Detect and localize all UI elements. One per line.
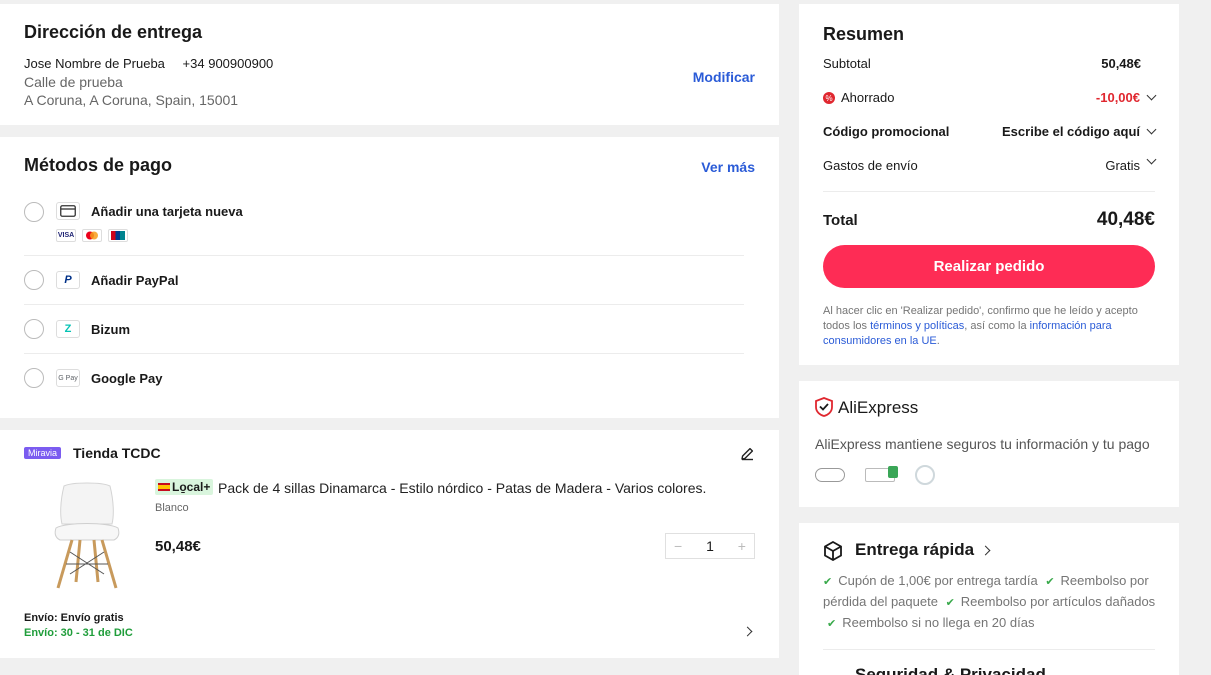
edit-icon[interactable] [740,446,755,466]
promo-code-field[interactable]: Escribe el código aquí [1002,124,1157,139]
card-icon [56,202,80,220]
radio-card[interactable] [24,202,44,222]
payment-method-googlepay[interactable]: G Pay Google Pay [24,365,744,391]
saved-row-toggle[interactable]: -10,00€ [1095,90,1157,105]
decrease-quantity-button[interactable]: − [674,538,682,554]
divider [823,649,1155,650]
address-card: Dirección de entrega Jose Nombre de Prue… [0,4,779,125]
address-title: Dirección de entrega [24,22,203,42]
trust-text: AliExpress mantiene seguros tu informaci… [815,436,1150,452]
payment-method-label: Bizum [91,322,130,337]
summary-title: Resumen [823,24,905,44]
check-icon: ✔ [1045,576,1055,588]
payment-method-label: Añadir PayPal [91,273,179,288]
shield-icon [815,397,833,422]
fast-delivery-card: Entrega rápida ✔ Cupón de 1,00€ por entre… [799,523,1179,675]
product-title[interactable]: Pack de 4 sillas Dinamarca - Estilo nórd… [218,480,706,496]
saved-icon: % [823,92,835,104]
google-pay-icon: G Pay [56,369,80,387]
address-street: Calle de prueba [24,74,123,90]
chevron-down-icon [1146,154,1157,165]
radio-bizum[interactable] [24,319,44,339]
shipping-cost-label: Gastos de envío [823,158,918,173]
chevron-down-icon [1146,90,1157,101]
pci-badge-icon [815,468,845,482]
verified-seal-icon [915,465,935,485]
visa-icon: VISA [56,229,76,242]
terms-link[interactable]: términos y políticas [870,320,964,332]
payment-method-label: Añadir una tarjeta nueva [91,204,243,219]
divider [24,255,744,256]
payment-method-bizum[interactable]: Z Bizum [24,316,744,342]
promo-label: Código promocional [823,124,950,139]
divider [24,353,744,354]
paypal-icon: P [56,271,80,289]
address-city: A Coruna, A Coruna, Spain, 15001 [24,92,239,108]
payment-method-card[interactable]: Añadir una tarjeta nueva VISA [24,199,744,255]
product-price: 50,48€ [155,538,201,555]
divider [823,191,1155,192]
unionpay-icon [108,229,128,242]
chevron-right-icon[interactable] [742,622,753,640]
shipping-method: Envío: Envío gratis [24,612,124,624]
bizum-icon: Z [56,320,80,338]
delivery-date: Envío: 30 - 31 de DIC [24,627,133,639]
place-order-button[interactable]: Realizar pedido [823,245,1155,288]
chevron-down-icon [1146,124,1157,135]
quantity-value[interactable]: 1 [706,538,714,554]
fast-delivery-benefits: ✔ Cupón de 1,00€ por entrega tardía ✔ Reem… [823,573,1156,630]
product-variant: Blanco [155,502,189,514]
shipping-cost-value: Gratis [1105,158,1140,173]
trust-brand: AliExpress [838,398,919,417]
quantity-stepper: − 1 + [665,533,755,559]
trust-card: AliExpress AliExpress mantiene seguros t… [799,381,1179,507]
security-privacy-title[interactable]: Seguridad & Privacidad [855,665,1046,675]
box-icon [823,540,843,566]
fast-delivery-title[interactable]: Entrega rápida [855,540,991,560]
radio-googlepay[interactable] [24,368,44,388]
product-image[interactable] [42,482,132,594]
payment-method-paypal[interactable]: P Añadir PayPal [24,267,744,293]
recipient-name: Jose Nombre de Prueba [24,56,165,71]
check-icon: ✔ [827,618,837,630]
total-value: 40,48€ [1096,209,1155,230]
legal-text: Al hacer clic en 'Realizar pedido', conf… [823,305,1138,347]
payment-method-label: Google Pay [91,371,163,386]
check-icon: ✔ [823,576,833,588]
promo-placeholder: Escribe el código aquí [1002,124,1140,139]
check-icon: ✔ [945,597,955,609]
subtotal-value: 50,48€ [1101,56,1141,71]
shipping-cost-toggle[interactable]: Gratis [1105,154,1157,173]
saved-label: Ahorrado [841,90,895,105]
spain-flag-icon [158,483,170,491]
store-card: Miravia Tienda TCDC Lo̱cal+ Pack de 4 si… [0,430,779,658]
payment-title: Métodos de pago [24,155,172,175]
radio-paypal[interactable] [24,270,44,290]
saved-value: -10,00€ [1095,90,1140,105]
chevron-right-icon [980,545,991,556]
see-more-link[interactable]: Ver más [701,159,755,175]
divider [24,304,744,305]
store-name: Tienda TCDC [73,445,161,461]
summary-card: Resumen Subtotal 50,48€ % Ahorrado -10,0… [799,4,1179,365]
total-label: Total [823,212,858,229]
miravia-badge: Miravia [24,447,62,459]
security-badges [815,465,935,485]
increase-quantity-button[interactable]: + [738,538,746,554]
local-tag: Lo̱cal+ [155,479,214,495]
ssl-badge-icon [865,466,898,482]
card-brands: VISA [56,229,128,242]
modify-address-link[interactable]: Modificar [693,69,755,85]
subtotal-label: Subtotal [823,56,871,71]
mastercard-icon [82,229,102,242]
payment-card: Métodos de pago Ver más Añadir una tarje… [0,137,779,418]
recipient-phone: +34 900900900 [182,56,274,71]
